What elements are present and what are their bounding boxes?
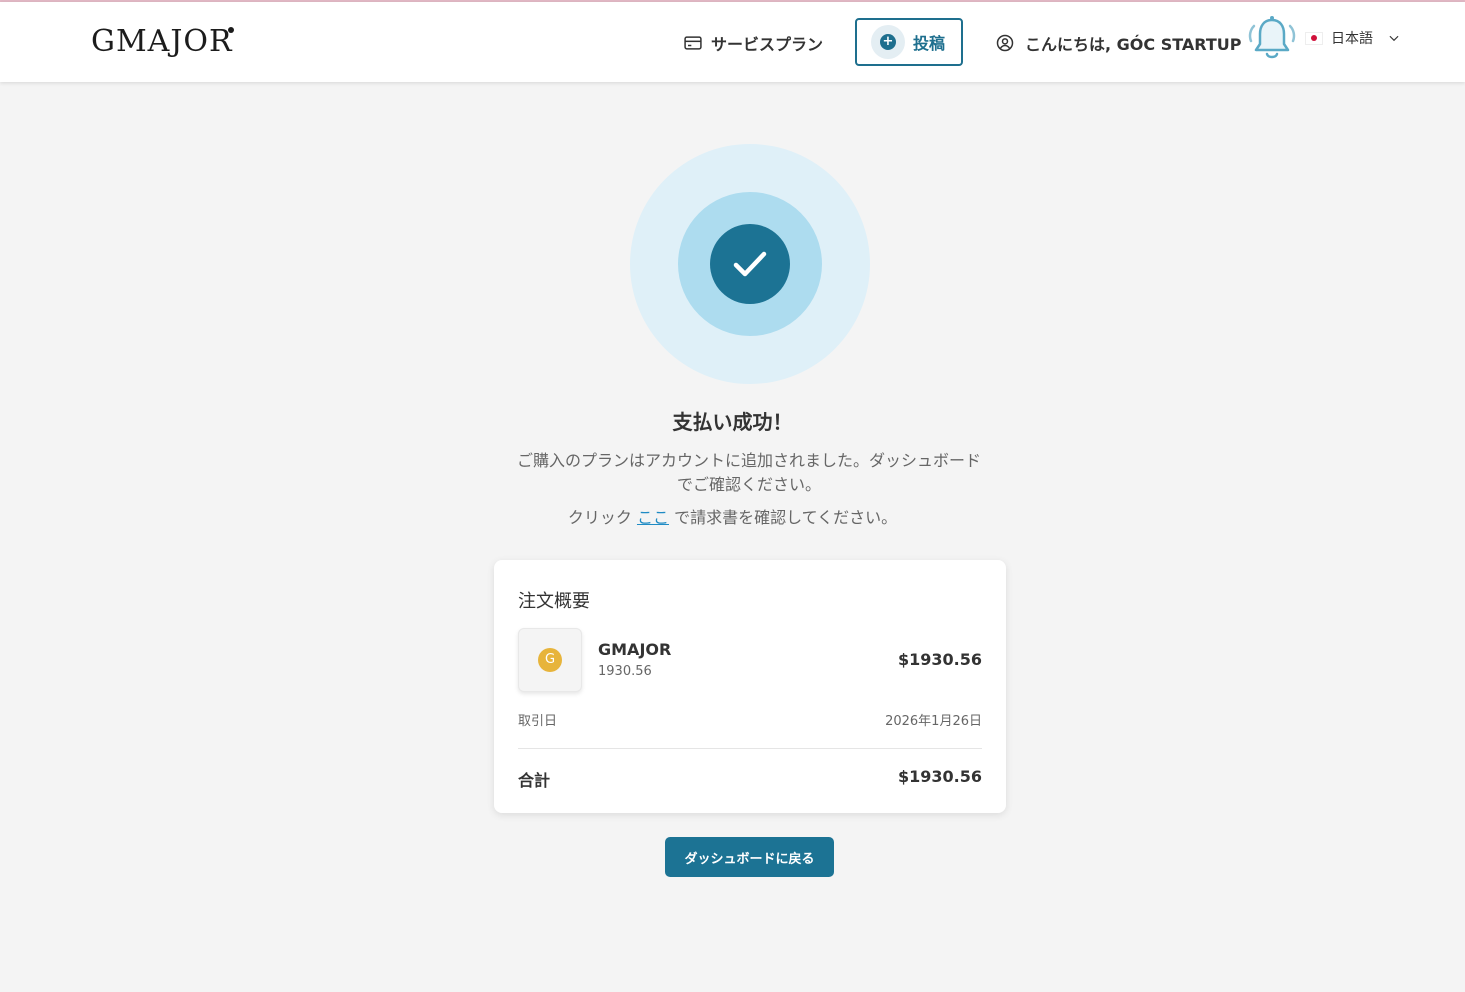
language-label: 日本語 xyxy=(1331,31,1373,47)
success-check-badge xyxy=(710,224,790,304)
top-header: GMAJOR サービスプラン + 投稿 こんにちは, GÓC STARTUP 日… xyxy=(0,2,1465,82)
payment-success-title: 支払い成功！ xyxy=(672,410,793,434)
item-logo-icon: G xyxy=(538,648,562,672)
user-greeting[interactable]: こんにちは, GÓC STARTUP xyxy=(995,30,1242,56)
post-button-label: 投稿 xyxy=(913,34,946,53)
user-circle-icon xyxy=(996,34,1014,52)
divider xyxy=(518,748,982,749)
checkmark-icon xyxy=(733,251,767,277)
chevron-down-icon xyxy=(1389,35,1399,42)
plus-circle-icon: + xyxy=(880,34,896,50)
credit-card-icon xyxy=(684,36,702,50)
invoice-line: クリック ここ で請求書を確認してください。 xyxy=(0,504,1465,528)
invoice-prefix: クリック xyxy=(567,508,632,527)
order-summary-title: 注文概要 xyxy=(518,591,590,612)
item-thumbnail: G xyxy=(518,628,582,692)
invoice-link[interactable]: ここ xyxy=(637,508,669,527)
nav-service-plan[interactable]: サービスプラン xyxy=(683,30,823,56)
transaction-date-value: 2026年1月26日 xyxy=(885,714,982,729)
item-name: GMAJOR xyxy=(598,640,672,659)
invoice-suffix: で請求書を確認してください。 xyxy=(674,508,898,527)
bell-icon[interactable] xyxy=(1244,12,1300,68)
logo-dot xyxy=(228,27,234,33)
nav-service-plan-label: サービスプラン xyxy=(711,35,824,54)
japan-flag-icon xyxy=(1305,31,1323,45)
logo[interactable]: GMAJOR xyxy=(91,24,233,59)
user-greeting-label: こんにちは, GÓC STARTUP xyxy=(1025,35,1242,54)
payment-success-description: ご購入のプランはアカウントに追加されました。ダッシュボードでご確認ください。 xyxy=(516,451,981,494)
transaction-date-label: 取引日 xyxy=(518,714,558,729)
order-summary-card: 注文概要 G GMAJOR 1930.56 $1930.56 取引日 2026年… xyxy=(494,560,1006,813)
total-value: $1930.56 xyxy=(897,767,982,786)
back-to-dashboard-button[interactable]: ダッシュボードに戻る xyxy=(665,837,834,877)
language-selector[interactable]: 日本語 xyxy=(1305,26,1401,50)
post-button[interactable]: + 投稿 xyxy=(855,18,963,66)
post-icon-wrap: + xyxy=(871,25,905,59)
total-label: 合計 xyxy=(518,771,551,790)
item-subtitle: 1930.56 xyxy=(598,664,652,679)
item-price: $1930.56 xyxy=(897,650,982,669)
